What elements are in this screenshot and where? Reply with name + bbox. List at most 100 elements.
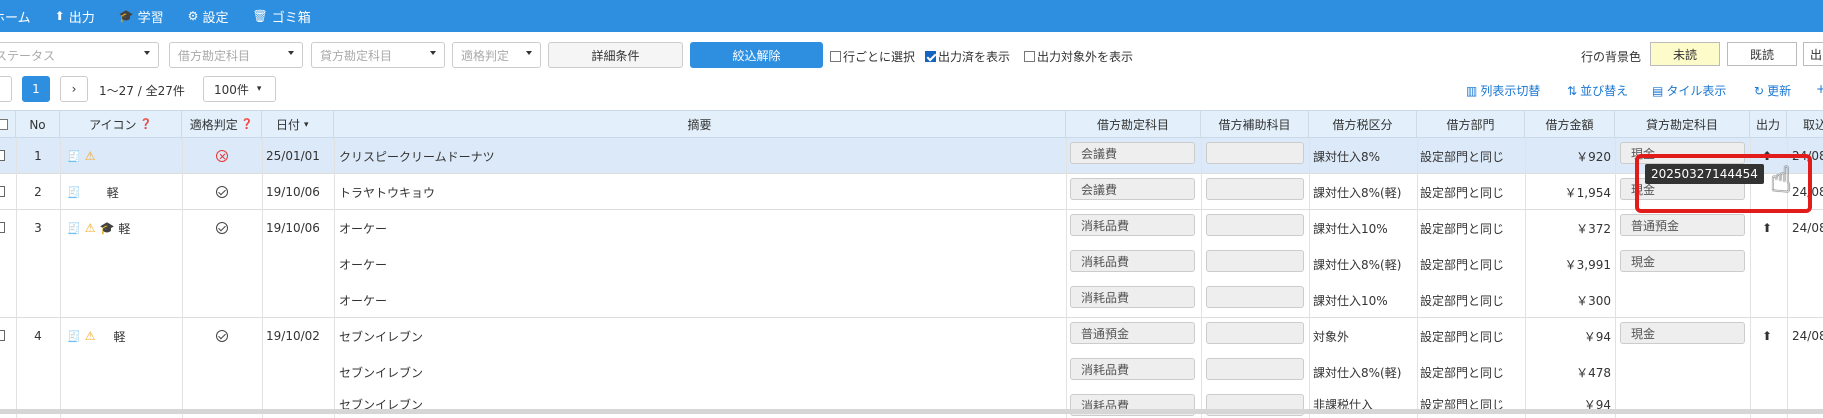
bg-exported-button[interactable]: 出	[1803, 42, 1823, 66]
per-page-select[interactable]: 100件 ▾	[203, 76, 276, 102]
debit-amount: ￥94	[1583, 329, 1611, 344]
debit-account-field[interactable]: 消耗品費	[1070, 214, 1195, 236]
checkbox-box-checked[interactable]	[925, 51, 936, 62]
header-debit-sub[interactable]: 借方補助科目	[1201, 111, 1309, 138]
debit-sub-field[interactable]	[1206, 250, 1304, 272]
credit-account-field[interactable]: 現金	[1620, 322, 1745, 344]
header-eligibility: 適格判定 ❓	[182, 111, 262, 138]
debit-account-field[interactable]: 会議費	[1070, 178, 1195, 200]
row-summary[interactable]: セブンイレブン	[339, 354, 423, 390]
help-icon[interactable]: ❓	[139, 119, 151, 130]
debit-sub-field[interactable]	[1206, 214, 1304, 236]
page-button-1[interactable]: 1	[22, 76, 50, 102]
debit-amount: ￥920	[1576, 149, 1611, 164]
more-button[interactable]: +	[1816, 82, 1823, 96]
row-summary[interactable]: クリスピークリームドーナツ	[339, 138, 495, 174]
debit-sub-field[interactable]	[1206, 286, 1304, 308]
row-icons: 🧾 ⚠ 軽	[67, 318, 125, 354]
header-date[interactable]: 日付 ▾	[262, 111, 334, 138]
debit-account-select[interactable]: 借方勘定科目	[169, 42, 303, 68]
table-row[interactable]: 2 🧾 軽 19/10/06 トラヤトウキョウ 会議費 課対仕入8%(軽) 設定部…	[0, 174, 1823, 210]
bg-read-button[interactable]: 既読	[1727, 42, 1797, 66]
prev-page-button[interactable]	[0, 76, 12, 102]
checkbox-box[interactable]	[1024, 51, 1035, 62]
header-select-all[interactable]	[0, 111, 16, 138]
status-select[interactable]: ステータス	[0, 42, 159, 68]
tile-view-button[interactable]: ▤ タイル表示	[1652, 82, 1726, 99]
debit-sub-field[interactable]	[1206, 322, 1304, 344]
help-icon[interactable]: ❓	[241, 119, 253, 130]
header-summary[interactable]: 摘要	[334, 111, 1066, 138]
header-transaction[interactable]: 取込	[1787, 111, 1823, 138]
horizontal-scrollbar[interactable]	[0, 409, 1823, 414]
show-exported-checkbox[interactable]: 出力済を表示	[925, 48, 1010, 65]
chevron-down-icon	[288, 51, 294, 55]
columns-icon: ▥	[1466, 83, 1478, 98]
show-excluded-checkbox[interactable]: 出力対象外を表示	[1024, 48, 1133, 65]
row-checkbox[interactable]	[0, 330, 5, 341]
chevron-down-icon: ▾	[256, 84, 262, 94]
row-summary[interactable]: オーケー	[339, 210, 387, 246]
row-summary[interactable]: オーケー	[339, 282, 387, 318]
debit-dept: 設定部門と同じ	[1420, 293, 1505, 308]
header-credit-account[interactable]: 貸方勘定科目	[1615, 111, 1750, 138]
nav-home[interactable]: ホーム	[0, 0, 43, 32]
debit-sub-field[interactable]	[1206, 358, 1304, 380]
sort-button[interactable]: ⇅ 並び替え	[1567, 82, 1628, 99]
header-debit-account[interactable]: 借方勘定科目	[1066, 111, 1201, 138]
row-summary[interactable]: オーケー	[339, 246, 387, 282]
refresh-label: 更新	[1767, 84, 1792, 98]
header-output[interactable]: 出力	[1750, 111, 1787, 138]
row-checkbox[interactable]	[0, 150, 5, 161]
row-date: 19/10/06	[266, 221, 320, 235]
nav-export-label: 出力	[68, 10, 95, 26]
table-row[interactable]: 4 🧾 ⚠ 軽 19/10/02 セブンイレブン 普通預金 対象外 設定部門と同じ …	[0, 318, 1823, 418]
debit-account-placeholder: 借方勘定科目	[178, 48, 251, 63]
column-divider	[262, 138, 263, 418]
row-no: 4	[34, 329, 42, 343]
table-row[interactable]: 1 🧾 ⚠ 25/01/01 クリスピークリームドーナツ 会議費 課対仕入8% 設…	[0, 138, 1823, 174]
bg-unread-button[interactable]: 未読	[1650, 42, 1720, 66]
nav-settings[interactable]: ⚙ 設定	[176, 0, 241, 32]
debit-sub-field[interactable]	[1206, 178, 1304, 200]
table-row[interactable]: 3 🧾 ⚠ 🎓 軽 19/10/06 オーケー 消耗品費 課対仕入10% 設定部門と同…	[0, 210, 1823, 318]
debit-sub-field[interactable]	[1206, 142, 1304, 164]
tile-icon: ▤	[1652, 83, 1664, 98]
row-checkbox[interactable]	[0, 222, 5, 233]
chevron-right-icon: ›	[71, 82, 77, 96]
header-debit-tax[interactable]: 借方税区分	[1309, 111, 1417, 138]
clear-filters-button[interactable]: 絞込解除	[690, 42, 823, 68]
row-icons: 🧾 軽	[67, 174, 119, 210]
nav-learning[interactable]: 🎓 学習	[107, 0, 176, 32]
header-debit-amount[interactable]: 借方金額	[1525, 111, 1615, 138]
plus-icon: +	[1816, 82, 1823, 96]
select-all-checkbox[interactable]	[0, 119, 8, 130]
header-eligibility-label: 適格判定	[189, 118, 238, 132]
header-no[interactable]: No	[16, 111, 60, 138]
tile-view-label: タイル表示	[1666, 84, 1727, 98]
trash-icon: 🗑	[252, 9, 268, 23]
debit-account-field[interactable]: 消耗品費	[1070, 250, 1195, 272]
row-summary[interactable]: トラヤトウキョウ	[339, 174, 435, 210]
debit-account-field[interactable]: 消耗品費	[1070, 358, 1195, 380]
debit-account-field[interactable]: 普通預金	[1070, 322, 1195, 344]
nav-export[interactable]: ⬆ 出力	[43, 0, 107, 32]
column-switch-button[interactable]: ▥ 列表示切替	[1466, 82, 1540, 99]
debit-account-field[interactable]: 消耗品費	[1070, 286, 1195, 308]
row-checkbox[interactable]	[0, 186, 5, 197]
detail-conditions-button[interactable]: 詳細条件	[548, 42, 683, 68]
checkbox-box[interactable]	[830, 51, 841, 62]
debit-account-field[interactable]: 会議費	[1070, 142, 1195, 164]
next-page-button[interactable]: ›	[60, 76, 88, 102]
eligibility-status	[182, 318, 262, 354]
nav-trash[interactable]: 🗑 ゴミ箱	[240, 0, 322, 32]
row-summary[interactable]: セブンイレブン	[339, 318, 423, 354]
refresh-button[interactable]: ↻ 更新	[1754, 82, 1791, 99]
credit-account-field[interactable]: 現金	[1620, 250, 1745, 272]
select-per-row-checkbox[interactable]: 行ごとに選択	[830, 48, 915, 65]
eligibility-select[interactable]: 適格判定	[452, 42, 541, 68]
header-debit-dept[interactable]: 借方部門	[1417, 111, 1525, 138]
debit-amount: ￥300	[1576, 293, 1611, 308]
credit-account-field[interactable]: 普通預金	[1620, 214, 1745, 236]
credit-account-select[interactable]: 貸方勘定科目	[311, 42, 445, 68]
